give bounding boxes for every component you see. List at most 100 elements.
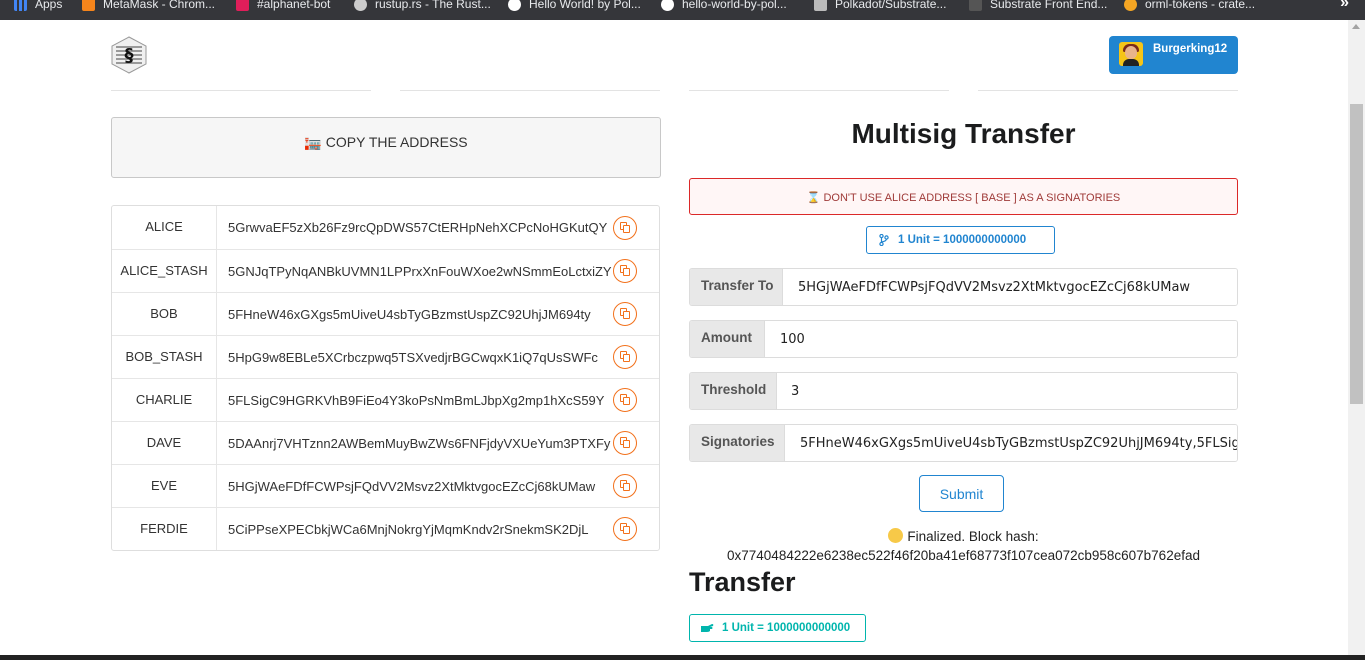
bookmark-substrate-front-end[interactable]: Substrate Front End... xyxy=(969,0,1107,12)
threshold-input[interactable] xyxy=(776,373,1237,409)
avatar xyxy=(1119,42,1143,66)
post-office-icon: 🏣 xyxy=(304,134,322,150)
bookmarks-bar: Apps MetaMask - Chrom... #alphanet-bot r… xyxy=(0,0,1365,20)
transfer-to-field: Transfer To xyxy=(689,268,1238,306)
bookmark-orml-tokens[interactable]: orml-tokens - crate... xyxy=(1124,0,1255,12)
transfer-unit-label: 1 Unit = 1000000000000 xyxy=(689,614,866,642)
divider xyxy=(689,90,949,91)
docs-rs-icon xyxy=(1124,0,1137,11)
submit-button[interactable]: Submit xyxy=(919,475,1004,512)
taskbar-edge xyxy=(0,655,1365,660)
copy-the-address-button[interactable]: 🏣 COPY THE ADDRESS xyxy=(111,117,661,178)
page-title: Multisig Transfer xyxy=(851,118,1076,149)
table-row: DAVE 5DAAnrj7VHTznn2AWBemMuyBwZWs6FNFjdy… xyxy=(112,421,659,464)
code-branch-icon xyxy=(879,234,889,246)
account-address: 5CiPPseXPECbkjWCa6MnjNokrgYjMqmKndv2rSne… xyxy=(228,522,589,537)
bookmark-label: Polkadot/Substrate... xyxy=(835,0,947,11)
hand-point-right-icon xyxy=(701,624,714,632)
account-address: 5FHneW46xGXgs5mUiveU4sbTyGBzmstUspZC92Uh… xyxy=(228,307,591,322)
substrate-icon xyxy=(814,0,827,11)
bookmark-rustup[interactable]: rustup.rs - The Rust... xyxy=(354,0,491,12)
scrollbar[interactable] xyxy=(1348,20,1365,655)
account-name: FERDIE xyxy=(112,508,217,550)
account-name: ALICE_STASH xyxy=(112,250,217,292)
transfer-title: Transfer xyxy=(689,567,796,597)
table-row: BOB_STASH 5HpG9w8EBLe5XCrbczpwq5TSXvedjr… xyxy=(112,335,659,378)
bookmark-label: Substrate Front End... xyxy=(990,0,1108,11)
svg-text:§: § xyxy=(125,45,134,66)
account-selector[interactable]: Burgerking12 xyxy=(1109,36,1238,74)
substrate-icon xyxy=(969,0,982,11)
transfer-to-label: Transfer To xyxy=(690,269,782,305)
bookmark-metamask[interactable]: MetaMask - Chrom... xyxy=(82,0,215,12)
divider xyxy=(111,90,371,91)
signatories-warning: ⌛ DON'T USE ALICE ADDRESS [ BASE ] AS A … xyxy=(689,178,1238,215)
bookmark-github[interactable]: hello-world-by-pol... xyxy=(661,0,787,12)
unit-label-text: 1 Unit = 1000000000000 xyxy=(898,234,1027,246)
account-name: BOB_STASH xyxy=(112,336,217,378)
signatories-label: Signatories xyxy=(690,425,784,461)
signatories-field: Signatories xyxy=(689,424,1238,462)
threshold-field: Threshold xyxy=(689,372,1238,410)
amount-label: Amount xyxy=(690,321,764,357)
copy-icon[interactable] xyxy=(613,431,637,455)
bookmark-label: rustup.rs - The Rust... xyxy=(375,0,491,11)
bookmark-label: Apps xyxy=(35,0,63,11)
copy-icon[interactable] xyxy=(613,215,637,240)
block-hash: 0x7740484222e6238ec522f46f20ba41ef68773f… xyxy=(727,548,1200,563)
bookmark-alphanet[interactable]: #alphanet-bot xyxy=(236,0,330,12)
bookmark-apps[interactable]: Apps xyxy=(14,0,62,12)
table-row: FERDIE 5CiPPseXPECbkjWCa6MnjNokrgYjMqmKn… xyxy=(112,507,659,550)
copy-icon[interactable] xyxy=(613,388,637,412)
account-name: Burgerking12 xyxy=(1153,43,1228,55)
table-row: ALICE_STASH 5GNJqTPyNqANBkUVMN1LPPrxXnFo… xyxy=(112,249,659,292)
account-name: BOB xyxy=(112,293,217,335)
copy-icon[interactable] xyxy=(613,259,637,283)
table-row: ALICE 5GrwvaEF5zXb26Fz9rcQpDWS57CtERHpNe… xyxy=(112,206,659,249)
github-icon xyxy=(661,0,674,11)
account-address: 5DAAnrj7VHTznn2AWBemMuyBwZWs6FNFjdyVXUeY… xyxy=(228,436,611,451)
signatories-input[interactable] xyxy=(784,425,1237,461)
unit-label-text: 1 Unit = 1000000000000 xyxy=(722,622,851,634)
scrollbar-thumb[interactable] xyxy=(1350,104,1363,404)
table-row: CHARLIE 5FLSigC9HGRKVhB9FiEo4Y3koPsNmBmL… xyxy=(112,378,659,421)
substrate-logo[interactable]: § xyxy=(110,35,148,75)
threshold-label: Threshold xyxy=(690,373,776,409)
account-name: CHARLIE xyxy=(112,379,217,421)
divider xyxy=(978,90,1238,91)
copy-icon[interactable] xyxy=(613,302,637,326)
table-row: BOB 5FHneW46xGXgs5mUiveU4sbTyGBzmstUspZC… xyxy=(112,292,659,335)
amount-field: Amount xyxy=(689,320,1238,358)
account-name: DAVE xyxy=(112,422,217,464)
transfer-to-input[interactable] xyxy=(782,269,1237,305)
polkadot-icon xyxy=(508,0,521,11)
copy-icon[interactable] xyxy=(613,345,637,369)
unit-label: 1 Unit = 1000000000000 xyxy=(866,226,1055,254)
account-name: EVE xyxy=(112,465,217,507)
account-address: 5HGjWAeFDfFCWPsjFQdVV2Msvz2XtMktvgocEZcC… xyxy=(228,479,596,494)
table-row: EVE 5HGjWAeFDfFCWPsjFQdVV2Msvz2XtMktvgoc… xyxy=(112,464,659,507)
copy-icon[interactable] xyxy=(613,474,637,498)
more-bookmarks-button[interactable]: » xyxy=(1340,0,1349,12)
copy-icon[interactable] xyxy=(613,517,637,541)
account-address: 5HpG9w8EBLe5XCrbczpwq5TSXvedjrBGCwqxK1iQ… xyxy=(228,350,598,365)
bookmark-label: #alphanet-bot xyxy=(257,0,331,11)
accounts-table: ALICE 5GrwvaEF5zXb26Fz9rcQpDWS57CtERHpNe… xyxy=(111,205,660,551)
metamask-icon xyxy=(82,0,95,11)
bookmark-label: hello-world-by-pol... xyxy=(682,0,787,11)
divider xyxy=(400,90,660,91)
slack-icon xyxy=(236,0,249,11)
account-name: ALICE xyxy=(112,206,217,249)
amount-input[interactable] xyxy=(764,321,1237,357)
bookmark-label: orml-tokens - crate... xyxy=(1145,0,1256,11)
apps-grid-icon xyxy=(14,0,27,11)
status-text: Finalized. Block hash: xyxy=(907,529,1039,544)
bookmark-hello-world[interactable]: Hello World! by Pol... xyxy=(508,0,641,12)
smiley-icon xyxy=(888,528,904,543)
rustup-icon xyxy=(354,0,367,11)
account-address: 5GrwvaEF5zXb26Fz9rcQpDWS57CtERHpNehXCPcN… xyxy=(228,220,608,235)
copy-the-address-label: COPY THE ADDRESS xyxy=(325,134,468,150)
scroll-up-icon[interactable] xyxy=(1352,24,1360,29)
bookmark-label: MetaMask - Chrom... xyxy=(103,0,216,11)
bookmark-polkadot-substrate[interactable]: Polkadot/Substrate... xyxy=(814,0,946,12)
